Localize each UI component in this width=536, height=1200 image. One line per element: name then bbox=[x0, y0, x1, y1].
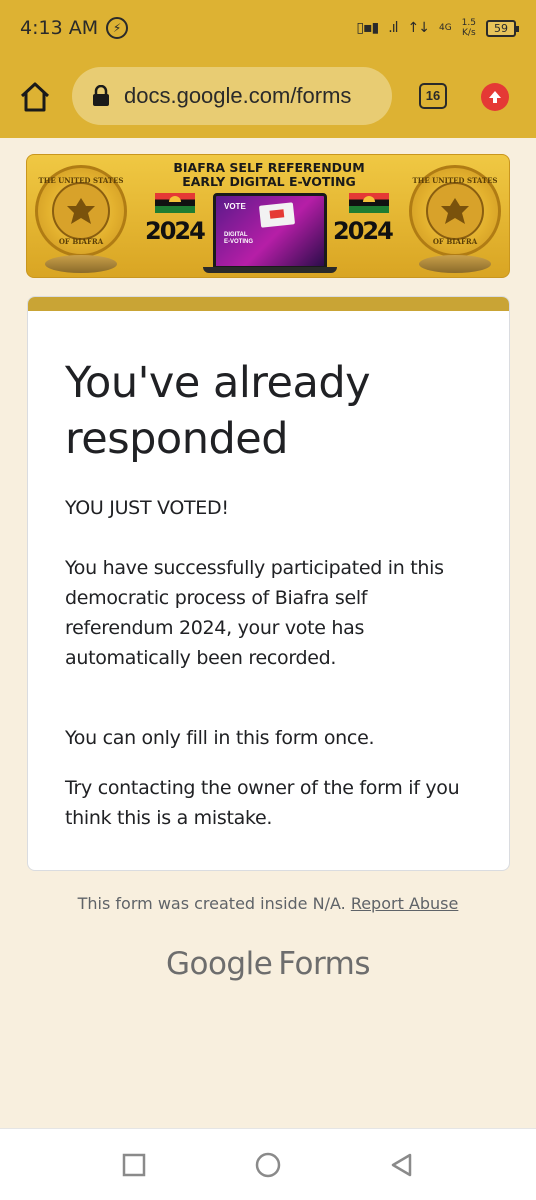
google-forms-logo[interactable]: Google Forms bbox=[0, 946, 536, 982]
pedestal-left bbox=[45, 255, 117, 273]
browser-toolbar: docs.google.com/forms 16 bbox=[0, 56, 536, 138]
eagle-crest-icon bbox=[52, 182, 110, 240]
report-abuse-link[interactable]: Report Abuse bbox=[351, 894, 459, 913]
screen-caption-line1: DIGITAL bbox=[224, 232, 248, 238]
form-header-banner: THE UNITED STATES OF BIAFRA BIAFRA SELF … bbox=[26, 154, 510, 278]
network-type: 4G bbox=[438, 23, 452, 33]
response-card: You've already responded YOU JUST VOTED!… bbox=[27, 296, 510, 871]
seal-bottom-text: OF BIAFRA bbox=[432, 237, 478, 246]
confirmation-message: You have successfully participated in th… bbox=[65, 553, 485, 673]
status-time: 4:13 AM bbox=[20, 17, 99, 39]
alarm-icon: ⚡ bbox=[106, 17, 129, 39]
voted-message: YOU JUST VOTED! bbox=[65, 497, 229, 519]
arrow-up-icon bbox=[489, 91, 501, 103]
confirmation-line2: democratic process of Biafra self bbox=[65, 587, 368, 609]
created-inside-text: This form was created inside N/A. bbox=[77, 894, 346, 913]
data-activity-icon: ↑↓ bbox=[407, 20, 430, 36]
screen-vote-label: VOTE bbox=[224, 202, 246, 211]
page-title-line2: responded bbox=[65, 414, 289, 464]
fill-once-message: You can only fill in this form once. bbox=[65, 727, 375, 749]
seal-bottom-text: OF BIAFRA bbox=[58, 237, 104, 246]
pedestal-right bbox=[419, 255, 491, 273]
banner-year-left: 2024 bbox=[145, 217, 206, 245]
seal-emblem-right: THE UNITED STATES OF BIAFRA bbox=[409, 165, 501, 257]
google-wordmark: Google bbox=[165, 946, 273, 982]
banner-year-right: 2024 bbox=[333, 217, 394, 245]
banner-title-line2: EARLY DIGITAL E-VOTING bbox=[182, 174, 356, 189]
card-accent-bar bbox=[28, 297, 509, 311]
banner-title: BIAFRA SELF REFERENDUM EARLY DIGITAL E-V… bbox=[147, 161, 391, 189]
biafra-flag-icon bbox=[155, 193, 195, 213]
page-title: You've already responded bbox=[65, 355, 485, 467]
contact-line1: Try contacting the owner of the form if … bbox=[65, 777, 460, 799]
url-bar[interactable]: docs.google.com/forms bbox=[72, 67, 392, 125]
screen-caption: DIGITAL E-VOTING bbox=[224, 232, 253, 246]
battery-icon: 59 bbox=[486, 19, 519, 37]
circle-home-icon[interactable] bbox=[254, 1151, 282, 1179]
page-title-line1: You've already bbox=[65, 358, 371, 408]
net-speed-value: 1.5 bbox=[461, 18, 476, 28]
net-speed-unit: K/s bbox=[462, 28, 476, 38]
contact-owner-message: Try contacting the owner of the form if … bbox=[65, 773, 485, 833]
url-text: docs.google.com/forms bbox=[124, 83, 352, 108]
confirmation-line4: automatically been recorded. bbox=[65, 647, 337, 669]
tab-switcher-button[interactable]: 16 bbox=[419, 83, 447, 109]
net-speed: 1.5 K/s bbox=[462, 18, 476, 38]
banner-title-line1: BIAFRA SELF REFERENDUM bbox=[173, 160, 365, 175]
form-footer: This form was created inside N/A. Report… bbox=[0, 894, 536, 913]
triangle-back-icon[interactable] bbox=[388, 1151, 416, 1179]
ballot-card-icon bbox=[258, 202, 296, 228]
vibrate-icon: ▯▪▮ bbox=[356, 20, 379, 36]
home-icon[interactable] bbox=[18, 80, 52, 114]
status-bar: 4:13 AM ⚡ ▯▪▮ .ıl ↑↓ 4G 1.5 K/s 59 bbox=[0, 0, 536, 56]
eagle-crest-icon bbox=[426, 182, 484, 240]
seal-top-text: THE UNITED STATES bbox=[412, 176, 498, 185]
update-arrow-icon[interactable] bbox=[481, 83, 509, 111]
confirmation-line3: referendum 2024, your vote has bbox=[65, 617, 365, 639]
confirmation-line1: You have successfully participated in th… bbox=[65, 557, 444, 579]
contact-line2: think this is a mistake. bbox=[65, 807, 273, 829]
signal-icon: .ıl bbox=[388, 20, 398, 36]
square-recents-icon[interactable] bbox=[120, 1151, 148, 1179]
status-icons: ▯▪▮ .ıl ↑↓ 4G 1.5 K/s 59 bbox=[356, 18, 519, 38]
seal-top-text: THE UNITED STATES bbox=[38, 176, 124, 185]
seal-emblem-left: THE UNITED STATES OF BIAFRA bbox=[35, 165, 127, 257]
system-nav-bar bbox=[0, 1128, 536, 1200]
forms-wordmark: Forms bbox=[278, 946, 371, 982]
laptop-illustration: VOTE DIGITAL E-VOTING bbox=[213, 193, 327, 269]
biafra-flag-icon bbox=[349, 193, 389, 213]
laptop-base bbox=[203, 267, 337, 273]
screen-caption-line2: E-VOTING bbox=[224, 239, 254, 245]
lock-icon bbox=[93, 85, 109, 106]
